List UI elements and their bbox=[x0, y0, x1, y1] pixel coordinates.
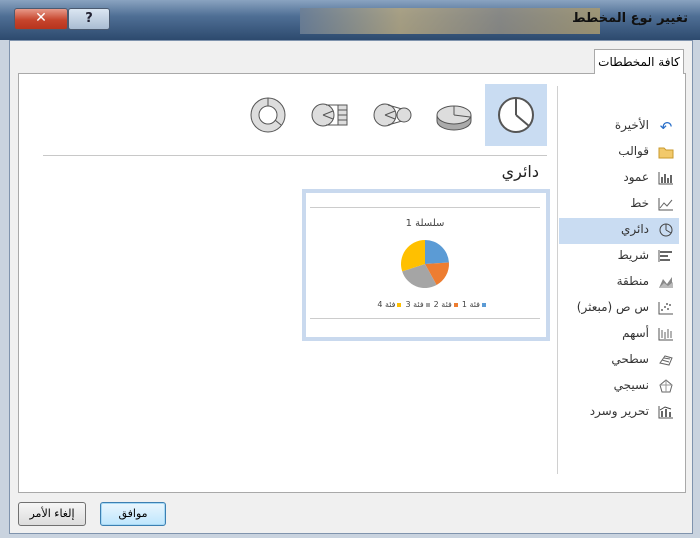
legend-swatch bbox=[397, 302, 402, 307]
legend-item: فئة 3 bbox=[405, 300, 430, 309]
sidebar-item-label: خط bbox=[630, 196, 649, 210]
preview-title: سلسلة 1 bbox=[405, 218, 445, 229]
folder-icon bbox=[657, 145, 675, 161]
doughnut-type-button[interactable] bbox=[237, 84, 299, 146]
undo-arrow-icon: ↶ bbox=[659, 118, 673, 136]
3d-pie-type-button[interactable] bbox=[423, 84, 485, 146]
sidebar-item-area[interactable]: منطقة bbox=[559, 270, 679, 296]
sidebar-item-label: سطحي bbox=[611, 352, 649, 366]
pie-slice bbox=[425, 240, 449, 264]
chart-subtype-gallery bbox=[231, 84, 547, 146]
combo-chart-icon bbox=[657, 405, 675, 421]
chart-category-list: ↶ الأخيرة قوالب عمود خط دائري شريط منطقة… bbox=[559, 114, 679, 426]
help-icon: ? bbox=[85, 11, 93, 26]
help-button[interactable]: ? bbox=[68, 8, 110, 30]
pie-of-pie-type-button[interactable] bbox=[361, 84, 423, 146]
sidebar-item-pie[interactable]: دائري bbox=[559, 218, 679, 244]
legend-swatch bbox=[482, 302, 486, 307]
legend-label: فئة 2 bbox=[433, 300, 452, 309]
preview-pie bbox=[401, 240, 449, 288]
sidebar-item-stock[interactable]: أسهم bbox=[559, 322, 679, 348]
area-chart-icon bbox=[657, 275, 675, 291]
surface-chart-icon bbox=[657, 353, 675, 369]
sidebar-item-label: أسهم bbox=[622, 326, 649, 340]
sidebar-item-combo[interactable]: تحرير وسرد bbox=[559, 400, 679, 426]
chart-type-heading: دائري bbox=[501, 162, 539, 181]
sidebar-item-label: تحرير وسرد bbox=[589, 404, 649, 418]
chart-preview[interactable]: سلسلة 1 فئة 1 فئة 2 فئة 3 فئة 4 bbox=[302, 189, 550, 341]
3d-pie-icon bbox=[436, 105, 472, 131]
preview-plot-area: سلسلة 1 فئة 1 فئة 2 فئة 3 فئة 4 bbox=[310, 207, 540, 319]
horizontal-divider bbox=[43, 155, 547, 156]
sidebar-item-line[interactable]: خط bbox=[559, 192, 679, 218]
legend-item: فئة 1 bbox=[462, 300, 486, 309]
doughnut-icon bbox=[250, 97, 286, 133]
pie-type-button[interactable] bbox=[485, 84, 547, 146]
legend-label: فئة 1 bbox=[461, 300, 480, 309]
legend-swatch bbox=[453, 302, 458, 307]
sidebar-item-label: الأخيرة bbox=[614, 118, 649, 132]
sidebar-item-label: دائري bbox=[620, 222, 649, 236]
legend-item: فئة 4 bbox=[377, 300, 402, 309]
pie-chart-icon bbox=[657, 223, 675, 239]
stock-chart-icon bbox=[657, 327, 675, 343]
sidebar-item-label: نسيجي bbox=[613, 378, 649, 392]
sidebar-item-label: عمود bbox=[623, 170, 649, 184]
title-background bbox=[300, 8, 600, 34]
title-bar: تغيير نوع المخطط ✕ ? bbox=[0, 0, 700, 40]
sidebar-item-bar[interactable]: شريط bbox=[559, 244, 679, 270]
legend-label: فئة 3 bbox=[405, 300, 424, 309]
sidebar-item-scatter[interactable]: س ص (مبعثر) bbox=[559, 296, 679, 322]
sidebar-item-column[interactable]: عمود bbox=[559, 166, 679, 192]
cancel-button[interactable]: إلغاء الأمر bbox=[18, 502, 86, 526]
sidebar-item-label: س ص (مبعثر) bbox=[576, 300, 649, 314]
ok-button[interactable]: موافق bbox=[100, 502, 166, 526]
pie-icon bbox=[498, 97, 534, 133]
legend-swatch bbox=[425, 302, 430, 307]
sidebar-item-recent[interactable]: ↶ الأخيرة bbox=[559, 114, 679, 140]
legend-label: فئة 4 bbox=[377, 300, 396, 309]
scatter-chart-icon bbox=[657, 301, 675, 317]
sidebar-item-templates[interactable]: قوالب bbox=[559, 140, 679, 166]
preview-legend: فئة 1 فئة 2 فئة 3 فئة 4 bbox=[370, 300, 486, 309]
tab-all-charts[interactable]: كافة المخططات bbox=[594, 49, 684, 74]
sidebar-item-radar[interactable]: نسيجي bbox=[559, 374, 679, 400]
sidebar-item-surface[interactable]: سطحي bbox=[559, 348, 679, 374]
sidebar-item-label: قوالب bbox=[618, 144, 649, 158]
chart-panel: ↶ الأخيرة قوالب عمود خط دائري شريط منطقة… bbox=[18, 73, 686, 493]
line-chart-icon bbox=[657, 197, 675, 213]
radar-chart-icon bbox=[657, 379, 675, 395]
window-title: تغيير نوع المخطط bbox=[572, 11, 688, 26]
sidebar-item-label: منطقة bbox=[616, 274, 649, 288]
close-icon: ✕ bbox=[35, 10, 47, 26]
bar-of-pie-type-button[interactable] bbox=[299, 84, 361, 146]
bar-of-pie-icon bbox=[311, 103, 348, 127]
dialog-body: كافة المخططات ↶ الأخيرة قوالب عمود خط دا… bbox=[9, 40, 693, 534]
vertical-divider bbox=[557, 86, 558, 474]
pie-of-pie-icon bbox=[373, 103, 412, 127]
bar-chart-icon bbox=[657, 249, 675, 265]
close-button[interactable]: ✕ bbox=[14, 8, 68, 30]
legend-item: فئة 2 bbox=[434, 300, 458, 309]
sidebar-item-label: شريط bbox=[617, 248, 649, 262]
column-chart-icon bbox=[657, 171, 675, 187]
